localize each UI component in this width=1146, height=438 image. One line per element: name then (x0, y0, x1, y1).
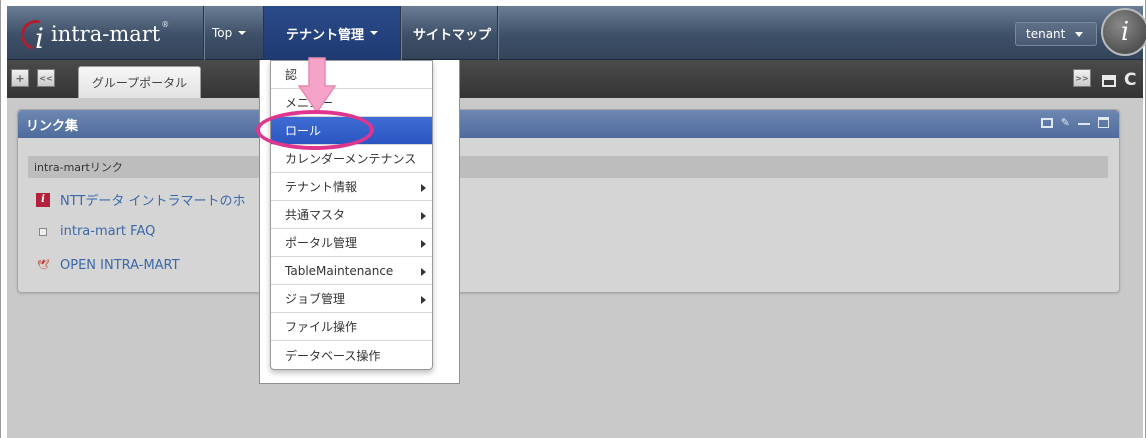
maximize-icon[interactable] (1098, 117, 1109, 128)
menu-item-file-operations[interactable]: ファイル操作 (271, 313, 432, 341)
menu-item-table-maintenance[interactable]: TableMaintenance (271, 257, 432, 285)
menu-item-label: ロール (285, 124, 322, 138)
nav-top[interactable]: Top (212, 6, 247, 60)
menu-item-label: ジョブ管理 (285, 292, 346, 306)
scroll-left-button[interactable]: << (37, 69, 55, 87)
section-header: intra-martリンク (28, 156, 1108, 178)
tab-label: グループポータル (91, 76, 188, 90)
menu-item-label: 共通マスタ (285, 208, 346, 222)
chevron-right-icon (421, 240, 426, 248)
link-label: OPEN INTRA-MART (60, 258, 180, 273)
link-portlet: リンク集 ✎ intra-martリンク i NTTデータ イントラマートのホ … (17, 109, 1120, 293)
double-left-icon: << (39, 73, 53, 83)
pencil-icon[interactable]: ✎ (1061, 116, 1070, 129)
tab-group-portal[interactable]: グループポータル (78, 66, 201, 98)
registered-mark: ® (161, 20, 170, 29)
intra-mart-icon: i (36, 192, 50, 207)
app-window: i intra-mart ® Top テナント管理 サイトマップ tenant … (0, 0, 1146, 438)
menu-item-menu[interactable]: メニュー (271, 89, 432, 117)
portlet-header: リンク集 ✎ (18, 110, 1119, 138)
nav-top-label: Top (212, 26, 233, 40)
menu-item-label: メニュー (285, 96, 334, 110)
menu-item-label: 認 (285, 68, 298, 82)
menu-item-auth[interactable]: 認 (271, 61, 432, 89)
document-icon (39, 227, 47, 236)
intra-mart-logo[interactable]: i intra-mart ® (15, 14, 170, 56)
nav-divider (400, 6, 401, 60)
menu-item-role[interactable]: ロール (271, 117, 432, 145)
portal-tab-bar: + << グループポータル >> C (7, 60, 1143, 98)
menu-item-calendar-maintenance[interactable]: カレンダーメンテナンス (271, 145, 432, 173)
menu-item-portal-management[interactable]: ポータル管理 (271, 229, 432, 257)
chevron-down-icon (370, 31, 378, 35)
plus-icon: + (15, 71, 25, 85)
minimize-icon[interactable] (1078, 122, 1090, 125)
avatar[interactable]: i (1101, 8, 1146, 56)
chevron-down-icon (1075, 31, 1084, 37)
bird-icon: 🕊 (36, 260, 50, 271)
portlet-tools: ✎ (1040, 116, 1109, 129)
menu-item-tenant-info[interactable]: テナント情報 (271, 173, 432, 201)
menu-item-label: カレンダーメンテナンス (285, 152, 417, 166)
scroll-right-button[interactable]: >> (1073, 69, 1091, 87)
link-label: intra-mart FAQ (60, 224, 156, 239)
link-item[interactable]: i NTTデータ イントラマートのホ (36, 190, 246, 209)
chevron-right-icon (421, 268, 426, 276)
chevron-right-icon (421, 212, 426, 220)
nav-sitemap-label: サイトマップ (412, 27, 491, 43)
menu-item-common-master[interactable]: 共通マスタ (271, 201, 432, 229)
menu-item-label: ファイル操作 (285, 320, 358, 334)
tenant-management-menu: 認 メニュー ロール カレンダーメンテナンス テナント情報 共通マスタ ポータル… (270, 60, 433, 370)
link-item[interactable]: 🕊 OPEN INTRA-MART (36, 258, 180, 273)
user-menu-button[interactable]: tenant (1015, 22, 1097, 46)
nav-sitemap[interactable]: サイトマップ (409, 6, 495, 60)
reload-icon[interactable]: C (1124, 70, 1136, 90)
chevron-down-icon (238, 31, 247, 35)
monitor-icon[interactable] (1040, 117, 1053, 128)
chevron-right-icon (421, 296, 426, 304)
top-navbar: i intra-mart ® Top テナント管理 サイトマップ tenant … (7, 6, 1146, 60)
add-tab-button[interactable]: + (11, 69, 29, 87)
menu-item-database-operations[interactable]: データベース操作 (271, 341, 432, 369)
menu-item-job-management[interactable]: ジョブ管理 (271, 285, 432, 313)
user-menu-label: tenant (1026, 27, 1066, 41)
portal-content: リンク集 ✎ intra-martリンク i NTTデータ イントラマートのホ … (7, 98, 1143, 438)
portlet-title: リンク集 (26, 118, 79, 134)
chevron-right-icon (421, 184, 426, 192)
logo-text: intra-mart (51, 22, 161, 46)
menu-item-label: ポータル管理 (285, 236, 358, 250)
link-label: NTTデータ イントラマートのホ (60, 194, 246, 209)
nav-tenant-management[interactable]: テナント管理 (264, 6, 400, 60)
nav-tenant-management-label: テナント管理 (285, 27, 364, 43)
menu-item-label: データベース操作 (285, 348, 381, 363)
menu-item-label: TableMaintenance (285, 263, 394, 278)
intra-mart-logo-icon: i (15, 14, 57, 56)
nav-divider (203, 6, 204, 60)
section-label: intra-martリンク (34, 161, 123, 174)
link-item[interactable]: intra-mart FAQ (36, 224, 155, 239)
double-right-icon: >> (1075, 73, 1089, 83)
nav-divider (497, 6, 498, 60)
minimize-icon[interactable] (1102, 75, 1116, 87)
menu-item-label: テナント情報 (285, 180, 358, 194)
